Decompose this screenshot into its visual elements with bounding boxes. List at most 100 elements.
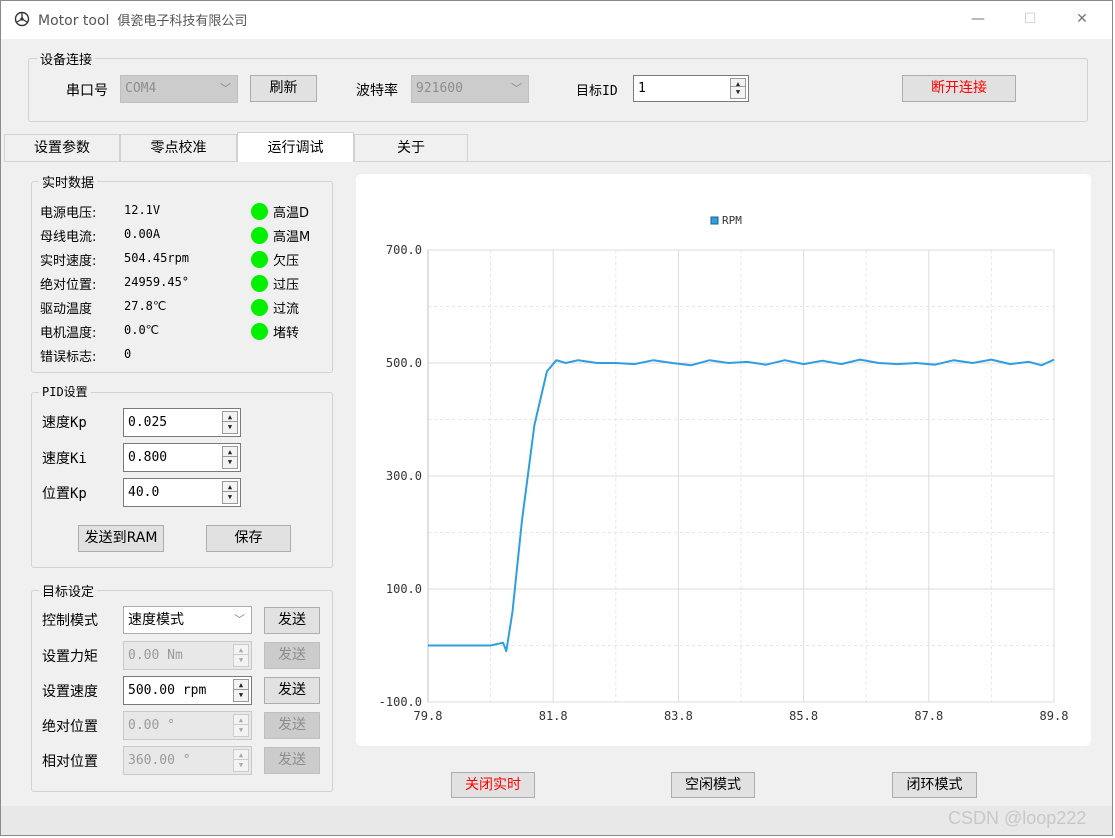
ki-label: 速度Ki [42, 451, 87, 467]
y-tick-label: 300.0 [386, 469, 422, 483]
app-logo-icon [14, 11, 30, 27]
spin-down-icon[interactable]: ▼ [233, 654, 249, 667]
speed-setting-label: 设置速度 [42, 684, 98, 700]
spin-down-icon[interactable]: ▼ [233, 759, 249, 772]
refresh-button[interactable]: 刷新 [250, 75, 317, 102]
port-label: 串口号 [66, 83, 108, 99]
kp-spinbox[interactable]: 0.025 ▲ ▼ [123, 408, 241, 437]
x-tick-label: 79.8 [414, 709, 443, 723]
disconnect-button[interactable]: 断开连接 [902, 75, 1016, 102]
x-tick-label: 83.8 [664, 709, 693, 723]
close-button[interactable]: ✕ [1062, 6, 1102, 32]
chevron-down-icon: ﹀ [234, 613, 245, 626]
y-tick-label: 700.0 [386, 243, 422, 257]
torque-value: 0.00 Nm [128, 648, 183, 663]
flag-overcurrent: 过流 [273, 302, 300, 317]
spin-down-icon[interactable]: ▼ [222, 421, 238, 434]
flag-overtemp-motor: 高温M [273, 230, 311, 245]
target-id-value: 1 [638, 81, 646, 96]
speed-setting-value: 500.00 rpm [128, 683, 207, 698]
flag-overvoltage: 过压 [273, 278, 300, 293]
spin-down-icon[interactable]: ▼ [233, 724, 249, 737]
voltage-label: 电源电压: [40, 206, 97, 221]
send-abs-position-button[interactable]: 发送 [264, 712, 320, 739]
rel-position-value: 360.00 ° [128, 753, 191, 768]
status-strip [1, 806, 1112, 835]
y-tick-label: -100.0 [379, 695, 422, 709]
tab-zero-calibration[interactable]: 零点校准 [120, 134, 237, 161]
position-label: 绝对位置: [40, 278, 97, 293]
spin-down-icon[interactable]: ▼ [730, 86, 746, 99]
realtime-group-title: 实时数据 [39, 172, 98, 191]
spin-down-icon[interactable]: ▼ [222, 491, 238, 504]
baud-label: 波特率 [356, 83, 398, 99]
send-rel-position-button[interactable]: 发送 [264, 747, 320, 774]
close-realtime-button[interactable]: 关闭实时 [451, 772, 535, 798]
x-tick-label: 89.8 [1040, 709, 1069, 723]
pid-group-title: PID设置 [39, 383, 91, 400]
connection-group-title: 设备连接 [37, 49, 96, 68]
baud-select[interactable]: 921600 ﹀ [411, 75, 529, 103]
ki-value: 0.800 [128, 450, 168, 465]
spin-down-icon[interactable]: ▼ [233, 689, 249, 702]
status-led-icon [251, 203, 268, 220]
speed-label: 实时速度: [40, 254, 97, 269]
send-mode-button[interactable]: 发送 [264, 607, 320, 634]
mode-select[interactable]: 速度模式 ﹀ [123, 606, 252, 634]
legend-label: RPM [722, 214, 742, 227]
abs-position-spinbox[interactable]: 0.00 ° ▲ ▼ [123, 711, 252, 740]
tab-settings[interactable]: 设置参数 [4, 134, 120, 161]
legend-swatch [710, 216, 719, 225]
minimize-button[interactable]: — [958, 6, 998, 32]
driver-temp-label: 驱动温度 [40, 302, 93, 317]
target-group-title: 目标设定 [39, 581, 98, 600]
current-label: 母线电流: [40, 230, 97, 245]
target-id-spinbox[interactable]: 1 ▲ ▼ [633, 75, 749, 102]
x-tick-label: 87.8 [914, 709, 943, 723]
spin-down-icon[interactable]: ▼ [222, 456, 238, 469]
x-tick-label: 81.8 [539, 709, 568, 723]
port-value: COM4 [125, 81, 157, 96]
position-value: 24959.45° [124, 275, 190, 289]
chevron-down-icon: ﹀ [220, 82, 231, 95]
pos-kp-label: 位置Kp [42, 486, 87, 502]
status-led-icon [251, 227, 268, 244]
idle-mode-button[interactable]: 空闲模式 [671, 772, 755, 798]
kp-value: 0.025 [128, 415, 168, 430]
pos-kp-spinbox[interactable]: 40.0 ▲ ▼ [123, 478, 241, 507]
chart-panel: 79.8 81.8 83.8 85.8 87.8 89.8 -100.0 100.0 300.0… [356, 174, 1091, 746]
maximize-button[interactable]: ☐ [1010, 6, 1050, 32]
y-tick-label: 100.0 [386, 582, 422, 596]
voltage-value: 12.1V [124, 203, 161, 217]
tab-about[interactable]: 关于 [354, 134, 468, 161]
company-name: 俱瓷电子科技有限公司 [117, 14, 248, 29]
torque-spinbox[interactable]: 0.00 Nm ▲ ▼ [123, 641, 252, 670]
chevron-down-icon: ﹀ [511, 82, 522, 95]
closed-loop-mode-button[interactable]: 闭环模式 [892, 772, 977, 798]
motor-temp-label: 电机温度: [40, 326, 97, 341]
rpm-chart: 79.8 81.8 83.8 85.8 87.8 89.8 -100.0 100.0 300.0… [379, 214, 1069, 723]
send-speed-button[interactable]: 发送 [264, 677, 320, 704]
target-id-label: 目标ID [576, 84, 618, 99]
port-select[interactable]: COM4 ﹀ [120, 75, 238, 103]
speed-value: 504.45rpm [124, 251, 190, 265]
pos-kp-value: 40.0 [128, 485, 160, 500]
rel-position-spinbox[interactable]: 360.00 ° ▲ ▼ [123, 746, 252, 775]
speed-spinbox[interactable]: 500.00 rpm ▲ ▼ [123, 676, 252, 705]
tab-run-debug[interactable]: 运行调试 [237, 132, 354, 162]
watermark: CSDN @loop222 [948, 808, 1087, 828]
kp-label: 速度Kp [42, 415, 87, 431]
save-button[interactable]: 保存 [206, 525, 291, 552]
send-torque-button[interactable]: 发送 [264, 642, 320, 669]
error-flag-label: 错误标志: [40, 350, 97, 365]
abs-position-value: 0.00 ° [128, 718, 175, 733]
send-to-ram-button[interactable]: 发送到RAM [78, 525, 164, 552]
status-led-icon [251, 251, 268, 268]
flag-overtemp-driver: 高温D [273, 206, 310, 221]
window-title: Motor tool 俱瓷电子科技有限公司 [38, 10, 247, 29]
motor-temp-value: 0.0℃ [124, 323, 160, 337]
status-led-icon [251, 275, 268, 292]
ki-spinbox[interactable]: 0.800 ▲ ▼ [123, 443, 241, 472]
rel-position-label: 相对位置 [42, 754, 98, 770]
mode-value: 速度模式 [128, 612, 184, 628]
